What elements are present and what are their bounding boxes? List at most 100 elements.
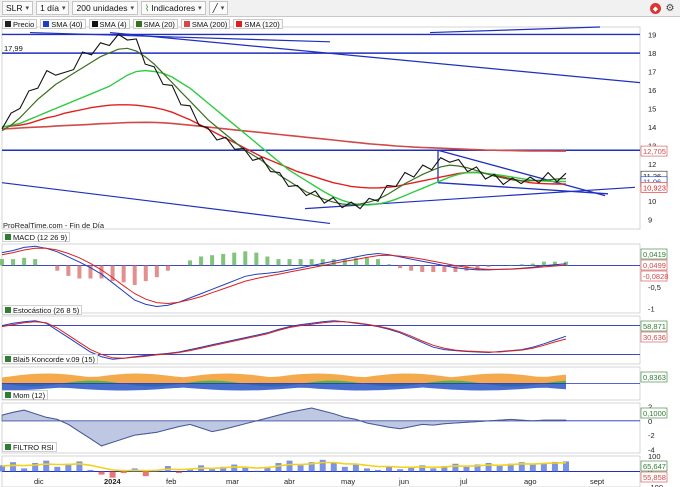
rsi-bar xyxy=(87,469,94,472)
legend-label: SMA (200) xyxy=(191,19,228,29)
macd-panel-hist-bar xyxy=(143,265,148,282)
macd-panel-hist-bar xyxy=(309,259,314,266)
interval-label: 1 día xyxy=(40,3,59,13)
indicator-swatch xyxy=(5,234,11,240)
macd-panel-value-tag: 0,0419 xyxy=(643,250,666,259)
macd-panel-hist-bar xyxy=(541,261,546,266)
macd-panel-hist-bar xyxy=(265,256,270,266)
chevron-down-icon: ▾ xyxy=(61,5,66,12)
rsi-bar xyxy=(330,462,337,472)
legend-item[interactable]: SMA (200) xyxy=(180,19,231,29)
indicator-swatch xyxy=(5,392,11,398)
legend-label: SMA (4) xyxy=(99,19,127,29)
macd-panel-label[interactable]: MACD (12 26 9) xyxy=(2,232,71,242)
symbol-label: SLR xyxy=(6,3,23,13)
data-source-label: ProRealTime.com - Fin de Día xyxy=(3,221,105,230)
macd-panel-hist-bar xyxy=(66,265,71,276)
rsi-bar xyxy=(363,468,370,472)
macd-panel-hist-bar xyxy=(342,259,347,266)
rsi-bar xyxy=(54,466,61,472)
macd-panel-hist-bar xyxy=(364,257,369,266)
rsi-bar xyxy=(352,464,359,472)
rsi-panel-value-tag: 55,858 xyxy=(643,473,666,482)
symbol-selector[interactable]: SLR ▾ xyxy=(2,1,34,15)
legend-item[interactable]: SMA (120) xyxy=(233,19,283,29)
macd-panel-hist-bar xyxy=(165,265,170,271)
macd-panel-hist-bar xyxy=(331,259,336,266)
stoch-panel-value-tag: 30,636 xyxy=(643,333,666,342)
macd-panel-hist-bar xyxy=(442,265,447,273)
price-tick-label: 12 xyxy=(648,160,656,169)
drawing-tool-button[interactable]: ╱ ▾ xyxy=(208,1,229,15)
rsi-bar xyxy=(98,471,105,475)
interval-selector[interactable]: 1 día ▾ xyxy=(36,1,70,15)
indicator-swatch xyxy=(5,356,11,362)
price-tick-label: 18 xyxy=(648,49,656,58)
macd-panel-hist-bar xyxy=(453,265,458,273)
macd-panel-hist-bar xyxy=(232,252,237,266)
price-tag-sma200: 12,705 xyxy=(643,147,666,156)
legend-swatch xyxy=(43,21,50,27)
x-axis-label: abr xyxy=(284,477,295,486)
macd-panel-value-tag: -0,0828 xyxy=(643,272,668,281)
macd-panel-hist-bar xyxy=(254,252,259,266)
koncorde-panel-label[interactable]: Blai5 Koncorde v.09 (15) xyxy=(2,354,98,364)
indicator-swatch xyxy=(5,307,11,313)
indicator-swatch xyxy=(5,444,11,450)
macd-panel-hist-bar xyxy=(99,265,104,279)
legend-label: Precio xyxy=(13,19,35,29)
chart-area: 19181716151413121110912,70511,2611,0610,… xyxy=(0,26,668,487)
bars-selector[interactable]: 200 unidades ▾ xyxy=(72,1,139,15)
stoch-panel-label[interactable]: Estocástico (26 8 5) xyxy=(2,305,83,315)
legend-item[interactable]: SMA (4) xyxy=(88,19,130,29)
resistance-value-label: 17,99 xyxy=(4,44,23,53)
price-tick-label: 15 xyxy=(648,105,656,114)
stoch-panel-value-tag: 58,871 xyxy=(643,322,666,331)
macd-panel-hist-bar xyxy=(431,265,436,273)
rsi-bar xyxy=(21,468,28,472)
price-tick-label: 17 xyxy=(648,67,656,76)
macd-panel-hist-bar xyxy=(188,260,192,266)
macd-panel-hist-bar xyxy=(420,265,425,273)
legend-swatch xyxy=(5,21,11,27)
rsi-bar xyxy=(397,469,404,472)
x-axis-label: may xyxy=(341,477,355,486)
rsi-bar xyxy=(496,465,503,472)
legend-label: SMA (40) xyxy=(51,19,83,29)
rsi-bar xyxy=(242,467,249,472)
settings-icon[interactable]: ⚙ xyxy=(664,3,676,15)
legend-label: SMA (20) xyxy=(143,19,175,29)
toolbar: SLR ▾ 1 día ▾ 200 unidades ▾ ⌇ Indicador… xyxy=(0,0,680,17)
rsi-bar xyxy=(43,460,50,472)
legend-item[interactable]: SMA (20) xyxy=(132,19,178,29)
macd-panel-hist-bar xyxy=(376,259,380,266)
chevron-down-icon: ▾ xyxy=(25,5,30,12)
rsi-bar xyxy=(430,468,437,472)
mom-panel-label[interactable]: Mom (12) xyxy=(2,390,49,400)
legend-swatch xyxy=(183,21,190,27)
rsi-bar xyxy=(529,464,536,472)
rsi-bar xyxy=(463,466,470,472)
macd-panel xyxy=(1,243,641,314)
rsi-bar xyxy=(142,471,149,477)
macd-panel-hist-bar xyxy=(22,257,27,266)
macd-panel-hist-bar xyxy=(210,255,215,266)
rsi-panel-label[interactable]: FILTRO RSI xyxy=(2,442,57,452)
rsi-bar xyxy=(120,471,127,474)
chart-icon: ⌇ xyxy=(145,2,150,13)
macd-panel-hist-bar xyxy=(221,253,226,266)
indicators-button[interactable]: ⌇ Indicadores ▾ xyxy=(141,1,206,15)
legend-item[interactable]: SMA (40) xyxy=(40,19,86,29)
legend-swatch xyxy=(236,21,243,27)
rsi-bar xyxy=(10,462,17,472)
legend-item[interactable]: Precio xyxy=(2,19,38,29)
macd-panel-hist-bar xyxy=(55,265,60,271)
chevron-down-icon: ▾ xyxy=(198,5,202,12)
macd-panel-hist-bar xyxy=(287,259,292,266)
rsi-bar xyxy=(408,467,415,472)
rsi-bar xyxy=(253,470,260,472)
macd-panel-hist-bar xyxy=(199,256,204,266)
price-tick-label: 14 xyxy=(648,123,656,132)
rsi-bar xyxy=(275,462,282,472)
macd-panel-hist-bar xyxy=(508,264,513,266)
